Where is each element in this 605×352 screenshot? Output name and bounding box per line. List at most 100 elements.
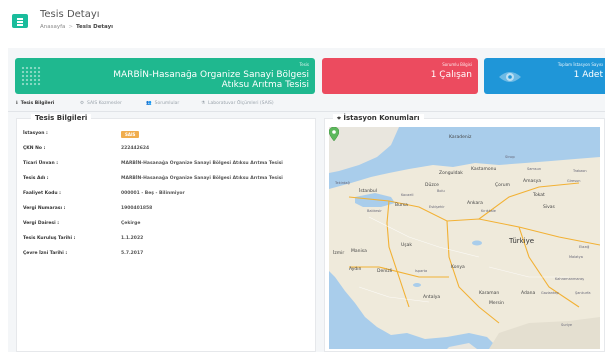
map-label: Ankara bbox=[467, 201, 483, 206]
eye-icon bbox=[499, 72, 521, 82]
station-badge: SAIS bbox=[121, 131, 140, 138]
map-label: Tokat bbox=[533, 193, 545, 198]
page-header: Tesis Detayı Anasayfa > Tesis Detayı bbox=[0, 0, 605, 48]
tab-facility-info[interactable]: ℹ Tesis Bilgileri bbox=[16, 101, 54, 106]
info-label: Tesis Adı : bbox=[23, 176, 49, 181]
facility-info-panel: Tesis Bilgileri İstasyon : SAIS ÇKN No :… bbox=[16, 114, 316, 352]
map-label: Zonguldak bbox=[439, 171, 463, 176]
map-label: Bursa bbox=[395, 203, 408, 208]
map-label: Sinop bbox=[505, 155, 515, 159]
map-label: Balıkesir bbox=[367, 209, 382, 213]
info-value: 1900401858 bbox=[121, 206, 153, 211]
map-label: Malatya bbox=[569, 255, 583, 259]
settings-icon: ⚙ bbox=[80, 101, 85, 106]
map-label: İstanbul bbox=[359, 189, 378, 194]
map-label: Elazığ bbox=[579, 245, 590, 249]
map-label: Uşak bbox=[401, 243, 413, 248]
map-label: Karadeniz bbox=[449, 135, 472, 140]
facility-info-title: Tesis Bilgileri bbox=[31, 114, 92, 122]
info-row-founding-date: Tesis Kuruluş Tarihi : 1.1.2022 bbox=[23, 236, 311, 250]
info-row-ckn: ÇKN No : 222442624 bbox=[23, 146, 311, 160]
map-label: Sivas bbox=[543, 205, 555, 210]
responsible-card-value: 1 Çalışan bbox=[430, 70, 472, 80]
info-label: Çevre İzni Tarihi : bbox=[23, 251, 68, 256]
info-value: SAIS bbox=[121, 131, 140, 138]
breadcrumb-current: Tesis Detayı bbox=[76, 24, 114, 30]
info-value: 5.7.2017 bbox=[121, 251, 144, 256]
map-label: Giresun bbox=[567, 179, 581, 183]
map-label: Eskişehir bbox=[429, 205, 445, 209]
map-label: Çorum bbox=[495, 183, 510, 188]
tab-label: Tesis Bilgileri bbox=[20, 101, 55, 106]
stations-card-label: Toplam İstasyon Sayısı bbox=[557, 62, 603, 67]
lab-icon: ⚗ bbox=[201, 101, 206, 106]
info-row-station: İstasyon : SAIS bbox=[23, 131, 311, 145]
map-label: Isparta bbox=[415, 269, 428, 273]
info-value: 222442624 bbox=[121, 146, 150, 151]
map-label: Samsun bbox=[527, 167, 542, 171]
map-label: Aydın bbox=[349, 267, 362, 272]
info-label: Vergi Dairesi : bbox=[23, 221, 60, 226]
map-label: Mersin bbox=[489, 301, 504, 306]
info-label: Faaliyet Kodu : bbox=[23, 191, 61, 196]
map-label: Düzce bbox=[425, 183, 439, 188]
info-value: 1.1.2022 bbox=[121, 236, 144, 241]
info-label: ÇKN No : bbox=[23, 146, 46, 151]
map-label: Karaman bbox=[479, 291, 500, 296]
info-icon: ℹ bbox=[16, 101, 18, 106]
map-label: Suriye bbox=[561, 323, 573, 327]
map-label: Tekirdağ bbox=[335, 181, 350, 185]
map-label: Kastamonu bbox=[471, 167, 497, 172]
breadcrumb: Anasayfa > Tesis Detayı bbox=[40, 24, 114, 30]
tab-bar: ℹ Tesis Bilgileri ⚙ SAIS Kozmesler 👥 Soruml… bbox=[8, 98, 605, 112]
info-label: Ticari Ünvan : bbox=[23, 161, 59, 166]
info-value: MARBİN-Hasanağa Organize Sanayi Bölgesi … bbox=[121, 161, 283, 166]
info-row-activity-code: Faaliyet Kodu : 000001 - Beş - Bilinmiyo… bbox=[23, 191, 311, 205]
map-country-label: Türkiye bbox=[509, 237, 535, 245]
tab-responsibles[interactable]: 👥 Sorumlular bbox=[146, 101, 179, 106]
tab-label: SAIS Kozmesler bbox=[87, 101, 122, 106]
grid-dots-icon bbox=[21, 66, 41, 86]
map-label: Şanlıurfa bbox=[575, 291, 591, 295]
info-row-permit-date: Çevre İzni Tarihi : 5.7.2017 bbox=[23, 251, 311, 265]
map-label: Adana bbox=[521, 291, 536, 296]
map-label: Antalya bbox=[423, 295, 441, 300]
map-label: Gaziantep bbox=[541, 291, 559, 295]
tab-label: Laboratuvar Ölçümleri (SAIS) bbox=[208, 101, 274, 106]
responsible-card-label: Sorumlu Bilgisi bbox=[442, 62, 472, 67]
page-title: Tesis Detayı bbox=[40, 9, 100, 20]
map-label: Trabzon bbox=[573, 169, 587, 173]
info-label: Vergi Numarası : bbox=[23, 206, 66, 211]
stations-card-value: 1 Adet bbox=[573, 70, 603, 80]
menu-toggle-button[interactable] bbox=[12, 14, 28, 28]
map-label: Bolu bbox=[437, 189, 445, 193]
map-label: Manisa bbox=[351, 249, 367, 254]
info-value: MARBİN-Hasanağa Organize Sanayi Bölgesi … bbox=[121, 176, 283, 181]
station-locations-title: ⌖ İstasyon Konumları bbox=[333, 114, 424, 123]
map-label: Kahramanmaraş bbox=[555, 277, 584, 281]
info-value: 000001 - Beş - Bilinmiyor bbox=[121, 191, 185, 196]
info-row-trade-name: Ticari Ünvan : MARBİN-Hasanağa Organize … bbox=[23, 161, 311, 175]
map-label: Kocaeli bbox=[401, 193, 414, 197]
map-label: İzmir bbox=[333, 251, 345, 256]
map-label: Kırıkkale bbox=[481, 209, 496, 213]
map-label: Konya bbox=[451, 265, 465, 270]
map-terrain bbox=[329, 127, 600, 349]
info-row-tax-office: Vergi Dairesi : Çekirge bbox=[23, 221, 311, 235]
info-value: Çekirge bbox=[121, 221, 141, 226]
info-row-tax-number: Vergi Numarası : 1900401858 bbox=[23, 206, 311, 220]
breadcrumb-home-link[interactable]: Anasayfa bbox=[40, 24, 65, 30]
tab-sais-components[interactable]: ⚙ SAIS Kozmesler bbox=[80, 101, 122, 106]
facility-card: Tesis MARBİN-Hasanağa Organize Sanayi Bö… bbox=[15, 58, 315, 94]
map-label: Amasya bbox=[523, 179, 541, 184]
tab-label: Sorumlular bbox=[154, 101, 180, 106]
info-label: İstasyon : bbox=[23, 131, 48, 136]
station-locations-panel: ⌖ İstasyon Konumları Karadeniz Tekirdağ … bbox=[324, 114, 605, 352]
station-map[interactable]: Karadeniz Tekirdağ İstanbul Kocaeli Düzc… bbox=[329, 127, 600, 349]
info-label: Tesis Kuruluş Tarihi : bbox=[23, 236, 76, 241]
main-content: Tesis MARBİN-Hasanağa Organize Sanayi Bö… bbox=[8, 48, 605, 352]
responsible-card: Sorumlu Bilgisi 1 Çalışan bbox=[322, 58, 478, 94]
stations-card: Toplam İstasyon Sayısı 1 Adet bbox=[484, 58, 605, 94]
station-marker-icon[interactable] bbox=[329, 127, 339, 141]
tab-lab-measurements[interactable]: ⚗ Laboratuvar Ölçümleri (SAIS) bbox=[201, 101, 274, 106]
